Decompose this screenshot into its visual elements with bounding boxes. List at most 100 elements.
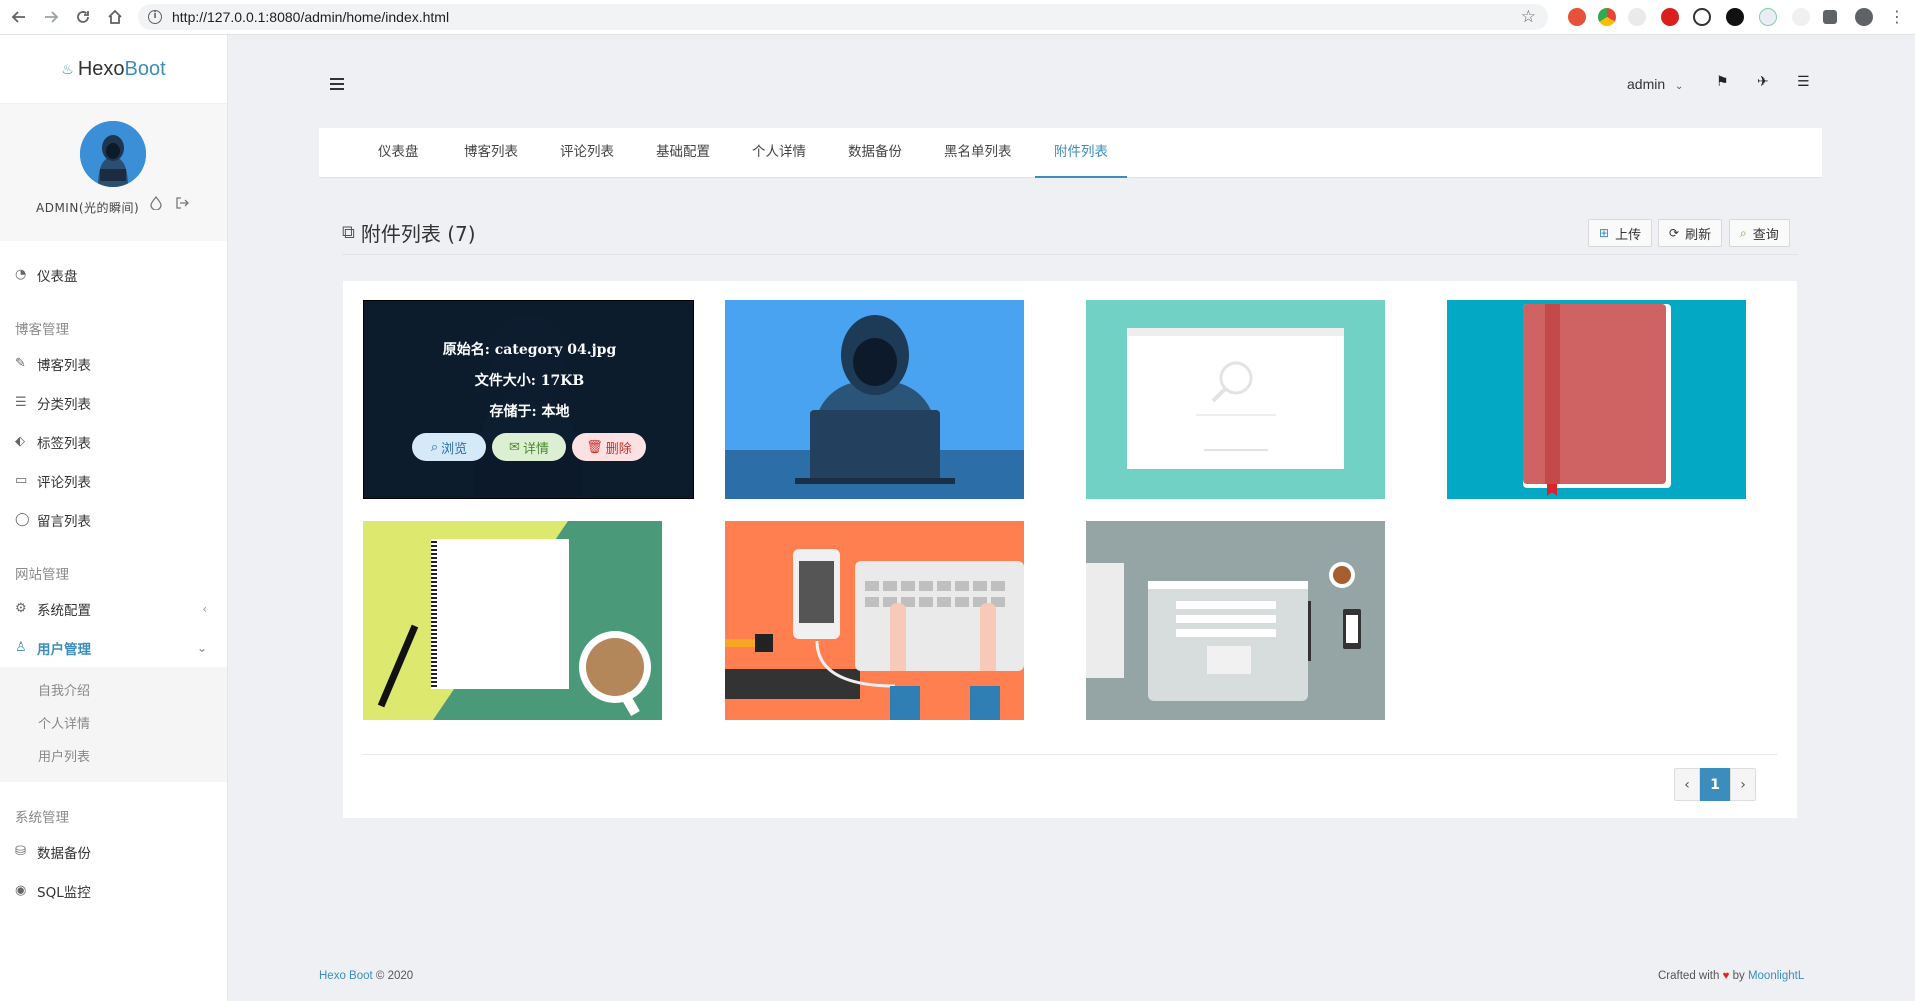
- comment-icon: ◯: [15, 512, 30, 527]
- sidebar-item-label: 标签列表: [37, 435, 91, 452]
- tab-attachment-list[interactable]: 附件列表: [1035, 128, 1127, 178]
- pagination-page[interactable]: 1: [1700, 768, 1730, 801]
- footer-brand-link[interactable]: Hexo Boot: [319, 970, 373, 982]
- eye-icon: ◉: [15, 883, 27, 898]
- forward-icon[interactable]: [34, 0, 68, 34]
- browse-button[interactable]: ⌕ 浏览: [412, 433, 486, 461]
- dashboard-icon: ◔: [15, 267, 27, 282]
- sidebar-item-blog-list[interactable]: ✎ 博客列表: [0, 344, 227, 383]
- detail-button-label: 详情: [522, 441, 549, 457]
- search-icon: ⌕: [430, 439, 439, 455]
- divider: [363, 754, 1777, 755]
- sidebar-item-message-list[interactable]: ◯ 留言列表: [0, 500, 227, 539]
- info-icon[interactable]: i: [148, 10, 162, 24]
- sidebar-item-label: 仪表盘: [37, 268, 78, 285]
- sidebar: ♨ Hexo Boot ADMIN(光的瞬间) ◔ 仪表盘 博客管理 ✎ 博客列…: [0, 35, 228, 1001]
- upload-button[interactable]: ⊞ 上传: [1588, 219, 1653, 247]
- original-name: 原始名: category 04.jpg: [442, 342, 617, 358]
- delete-button-label: 删除: [605, 441, 632, 457]
- tab-data-backup[interactable]: 数据备份: [829, 128, 921, 178]
- pagination-next[interactable]: ›: [1730, 768, 1756, 801]
- menu-section-system: 系统管理: [15, 810, 69, 826]
- sidebar-item-comment-list[interactable]: ▭ 评论列表: [0, 461, 227, 500]
- logout-icon[interactable]: [175, 196, 189, 214]
- search-button-label: 查询: [1752, 227, 1779, 243]
- pagination-prev[interactable]: ‹: [1674, 768, 1700, 801]
- tab-dashboard[interactable]: 仪表盘: [359, 128, 438, 178]
- delete-button[interactable]: 🗑 删除: [572, 433, 646, 461]
- sidebar-item-data-backup[interactable]: ⛁ 数据备份: [0, 832, 227, 871]
- sidebar-item-system-config[interactable]: ⚙ 系统配置 ‹: [0, 589, 227, 628]
- comments-icon: ▭: [15, 473, 28, 488]
- tasks-icon[interactable]: ☰: [1797, 74, 1810, 90]
- user-dropdown[interactable]: admin ⌄: [1627, 76, 1683, 92]
- back-icon[interactable]: [2, 0, 36, 34]
- attachment-thumbnail[interactable]: 原始名: category 04.jpg 文件大小: 17KB 存储于: 本地 …: [363, 300, 694, 499]
- extension-icon[interactable]: [1628, 8, 1646, 26]
- extension-icon[interactable]: [1661, 8, 1679, 26]
- file-size: 文件大小: 17KB: [474, 373, 585, 389]
- puzzle-icon[interactable]: [1823, 10, 1837, 24]
- bookmark-star-icon[interactable]: ☆: [1521, 8, 1536, 26]
- refresh-button-label: 刷新: [1685, 227, 1712, 243]
- copy-icon: ⧉: [342, 222, 355, 243]
- sidebar-item-label: SQL监控: [37, 884, 91, 901]
- extension-icon[interactable]: [1759, 8, 1777, 26]
- detail-button[interactable]: ✉ 详情: [492, 433, 566, 461]
- sidebar-subitem-personal-detail[interactable]: 个人详情: [0, 708, 227, 741]
- plane-icon[interactable]: ✈: [1757, 74, 1769, 90]
- extension-icon[interactable]: [1726, 8, 1744, 26]
- sidebar-item-label: 分类列表: [37, 396, 91, 413]
- brand-prefix: Hexo: [77, 57, 125, 80]
- brand-suffix: Boot: [124, 57, 166, 80]
- sidebar-menu: ◔ 仪表盘 博客管理 ✎ 博客列表 ☰ 分类列表 ⬖ 标签列表 ▭ 评论列表 ◯…: [0, 241, 227, 910]
- trash-icon: 🗑: [586, 439, 603, 455]
- address-bar[interactable]: i http://127.0.0.1:8080/admin/home/index…: [138, 4, 1548, 30]
- menu-kebab-icon[interactable]: ⋮: [1889, 8, 1905, 26]
- flag-icon[interactable]: ⚑: [1716, 74, 1729, 90]
- browser-toolbar: i http://127.0.0.1:8080/admin/home/index…: [0, 0, 1915, 35]
- reload-icon[interactable]: [66, 0, 100, 34]
- attachment-thumbnail[interactable]: [1086, 300, 1385, 499]
- menu-toggle-icon[interactable]: [330, 78, 344, 90]
- extension-icon[interactable]: [1792, 8, 1810, 26]
- chevron-double-down-icon: ⌄: [196, 640, 207, 655]
- database-icon: ⛁: [15, 844, 26, 859]
- avatar[interactable]: [80, 121, 146, 187]
- divider: [342, 254, 1798, 255]
- attachment-thumbnail[interactable]: [1447, 300, 1746, 499]
- sidebar-item-category-list[interactable]: ☰ 分类列表: [0, 383, 227, 422]
- attachment-thumbnail[interactable]: [363, 521, 662, 720]
- sidebar-subitem-about-me[interactable]: 自我介绍: [0, 675, 227, 708]
- tab-basic-config[interactable]: 基础配置: [637, 128, 729, 178]
- footer-author-link[interactable]: MoonlightL: [1748, 970, 1804, 982]
- sidebar-item-label: 用户管理: [37, 641, 91, 658]
- tab-personal-detail[interactable]: 个人详情: [733, 128, 825, 178]
- brand-logo[interactable]: ♨ Hexo Boot: [0, 35, 227, 104]
- home-icon[interactable]: [98, 0, 132, 34]
- refresh-button[interactable]: ⟳ 刷新: [1658, 219, 1723, 247]
- attachment-thumbnail[interactable]: [1086, 521, 1385, 720]
- sidebar-item-user-management[interactable]: ♙ 用户管理 ⌄: [0, 628, 227, 667]
- attachment-thumbnail[interactable]: [725, 300, 1024, 499]
- tags-icon: ⬖: [15, 434, 25, 449]
- page-title: ⧉ 附件列表 (7): [342, 218, 476, 247]
- sidebar-item-dashboard[interactable]: ◔ 仪表盘: [0, 255, 227, 294]
- sidebar-item-label: 博客列表: [37, 357, 91, 374]
- sidebar-subitem-user-list[interactable]: 用户列表: [0, 741, 227, 774]
- sidebar-item-sql-monitor[interactable]: ◉ SQL监控: [0, 871, 227, 910]
- extension-icon[interactable]: [1568, 8, 1586, 26]
- sidebar-item-tag-list[interactable]: ⬖ 标签列表: [0, 422, 227, 461]
- tab-comment-list[interactable]: 评论列表: [541, 128, 633, 178]
- tab-blacklist[interactable]: 黑名单列表: [925, 128, 1031, 178]
- attachment-thumbnail[interactable]: [725, 521, 1024, 720]
- extension-icon[interactable]: [1693, 8, 1711, 26]
- submenu-user-management: 自我介绍 个人详情 用户列表: [0, 667, 227, 782]
- theme-drop-icon[interactable]: [150, 195, 162, 214]
- sliders-icon: ⚙: [15, 601, 27, 616]
- url-text[interactable]: http://127.0.0.1:8080/admin/home/index.h…: [172, 9, 449, 25]
- profile-icon[interactable]: [1855, 8, 1873, 26]
- search-button[interactable]: ⌕ 查询: [1729, 219, 1790, 247]
- extension-icon[interactable]: [1598, 8, 1616, 26]
- tab-blog-list[interactable]: 博客列表: [445, 128, 537, 178]
